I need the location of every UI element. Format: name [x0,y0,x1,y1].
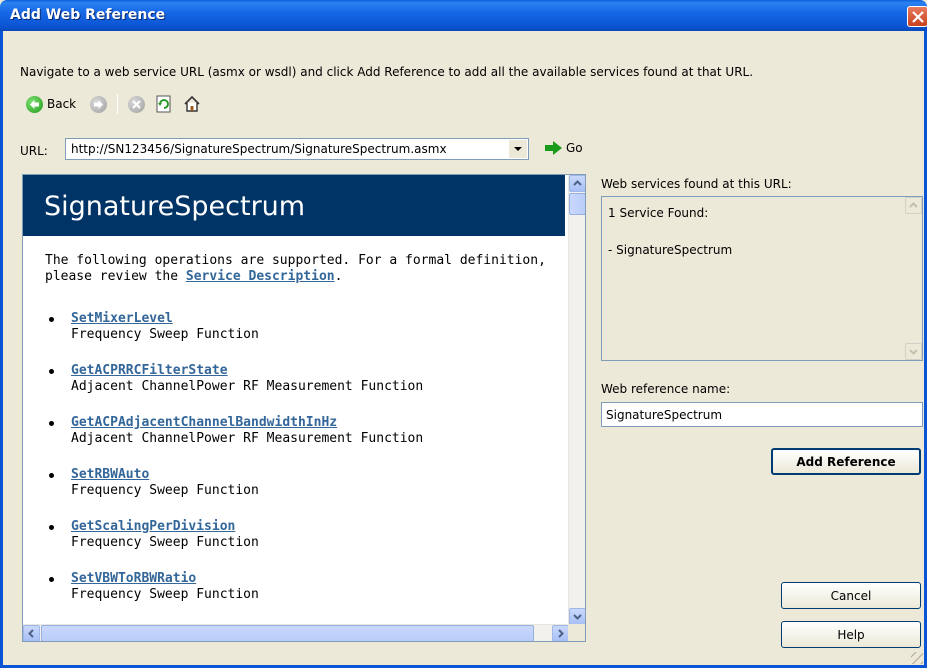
list-item: SetMixerLevel Frequency Sweep Function [49,311,423,343]
services-scroll-down-button [905,343,922,360]
service-title: SignatureSpectrum [44,191,306,222]
operation-description: Frequency Sweep Function [71,535,259,550]
services-count: 1 Service Found: [608,206,709,220]
browser-pane[interactable]: SignatureSpectrum The following operatio… [22,174,586,642]
back-button[interactable]: Back [26,93,76,115]
scroll-left-button[interactable] [23,625,40,641]
reference-name-label: Web reference name: [601,382,731,396]
horizontal-scroll-thumb[interactable] [41,625,534,641]
add-reference-button[interactable]: Add Reference [771,448,921,475]
vertical-scrollbar[interactable] [568,175,585,625]
url-dropdown-button[interactable] [509,140,527,158]
operation-description: Frequency Sweep Function [71,327,259,342]
chevron-down-icon [573,614,582,620]
scroll-right-button[interactable] [552,625,569,641]
resize-grip[interactable] [911,652,923,664]
chevron-down-icon [514,147,522,151]
refresh-icon [156,95,171,113]
operation-link[interactable]: GetACPAdjacentChannelBandwidthInHz [71,415,337,430]
operation-link[interactable]: SetVBWToRBWRatio [71,571,196,586]
operation-description: Adjacent ChannelPower RF Measurement Fun… [71,431,424,446]
horizontal-scrollbar[interactable] [23,624,569,641]
bullet [49,525,54,530]
operation-description: Frequency Sweep Function [71,483,259,498]
refresh-button[interactable] [145,93,173,115]
operation-link[interactable]: GetScalingPerDivision [71,519,235,534]
go-arrow-icon [545,141,562,155]
chevron-right-icon [558,629,564,638]
instruction-text: Navigate to a web service URL (asmx or w… [20,65,754,79]
vertical-scroll-thumb[interactable] [569,193,585,215]
url-combobox[interactable]: http://SN123456/SignatureSpectrum/Signat… [65,138,529,160]
url-label: URL: [20,144,48,158]
list-item: GetACPRRCFilterState Adjacent ChannelPow… [49,363,424,395]
scroll-up-button[interactable] [569,175,585,192]
help-button[interactable]: Help [781,621,921,648]
list-item: SetVBWToRBWRatio Frequency Sweep Functio… [49,571,423,603]
operation-link[interactable]: SetMixerLevel [71,311,173,326]
service-description-link[interactable]: Service Description [186,269,335,284]
intro-text: The following operations are supported. … [45,253,555,285]
intro-end: . [334,269,343,284]
chevron-up-icon [573,180,582,186]
list-item: SetRBWAuto Frequency Sweep Function [49,467,423,499]
services-found-label: Web services found at this URL: [601,177,792,191]
back-arrow-icon [26,95,43,113]
forward-button[interactable] [76,93,108,115]
chevron-down-icon [909,349,918,355]
go-button[interactable]: Go [545,140,583,156]
stop-icon [128,95,146,113]
scroll-down-button[interactable] [569,608,585,625]
reference-name-input[interactable] [601,402,923,427]
bullet [49,317,54,322]
url-value[interactable]: http://SN123456/SignatureSpectrum/Signat… [71,142,447,156]
forward-arrow-icon [90,95,108,113]
list-item: GetScalingPerDivision Frequency Sweep Fu… [49,519,423,551]
home-button[interactable] [173,93,201,115]
close-button[interactable] [907,6,927,27]
operation-description: Frequency Sweep Function [71,587,259,602]
go-label: Go [566,141,583,155]
operation-link[interactable]: SetRBWAuto [71,467,149,482]
title-bar: Add Web Reference [0,0,927,31]
services-scroll-up-button [905,197,922,214]
bullet [49,369,54,374]
service-item: - SignatureSpectrum [608,243,733,257]
operations-list: SetMixerLevel Frequency Sweep Function G… [49,311,424,623]
close-icon [912,11,924,23]
service-banner: SignatureSpectrum [23,175,565,236]
window-title: Add Web Reference [10,7,166,23]
chevron-left-icon [28,629,34,638]
list-item: GetACPAdjacentChannelBandwidthInHz Adjac… [49,415,424,447]
stop-button[interactable] [128,93,146,115]
bullet [49,421,54,426]
cancel-button[interactable]: Cancel [781,582,921,609]
chevron-up-icon [909,202,918,208]
operation-link[interactable]: GetACPRRCFilterState [71,363,228,378]
services-found-box: 1 Service Found: - SignatureSpectrum [601,196,923,361]
scroll-corner [568,624,585,641]
bullet [49,577,54,582]
operation-description: Adjacent ChannelPower RF Measurement Fun… [71,379,424,394]
bullet [49,473,54,478]
home-icon [184,95,200,112]
back-label: Back [47,97,77,111]
browser-toolbar: Back [26,92,201,116]
toolbar-separator [117,94,119,114]
services-scrollbar [905,197,922,360]
